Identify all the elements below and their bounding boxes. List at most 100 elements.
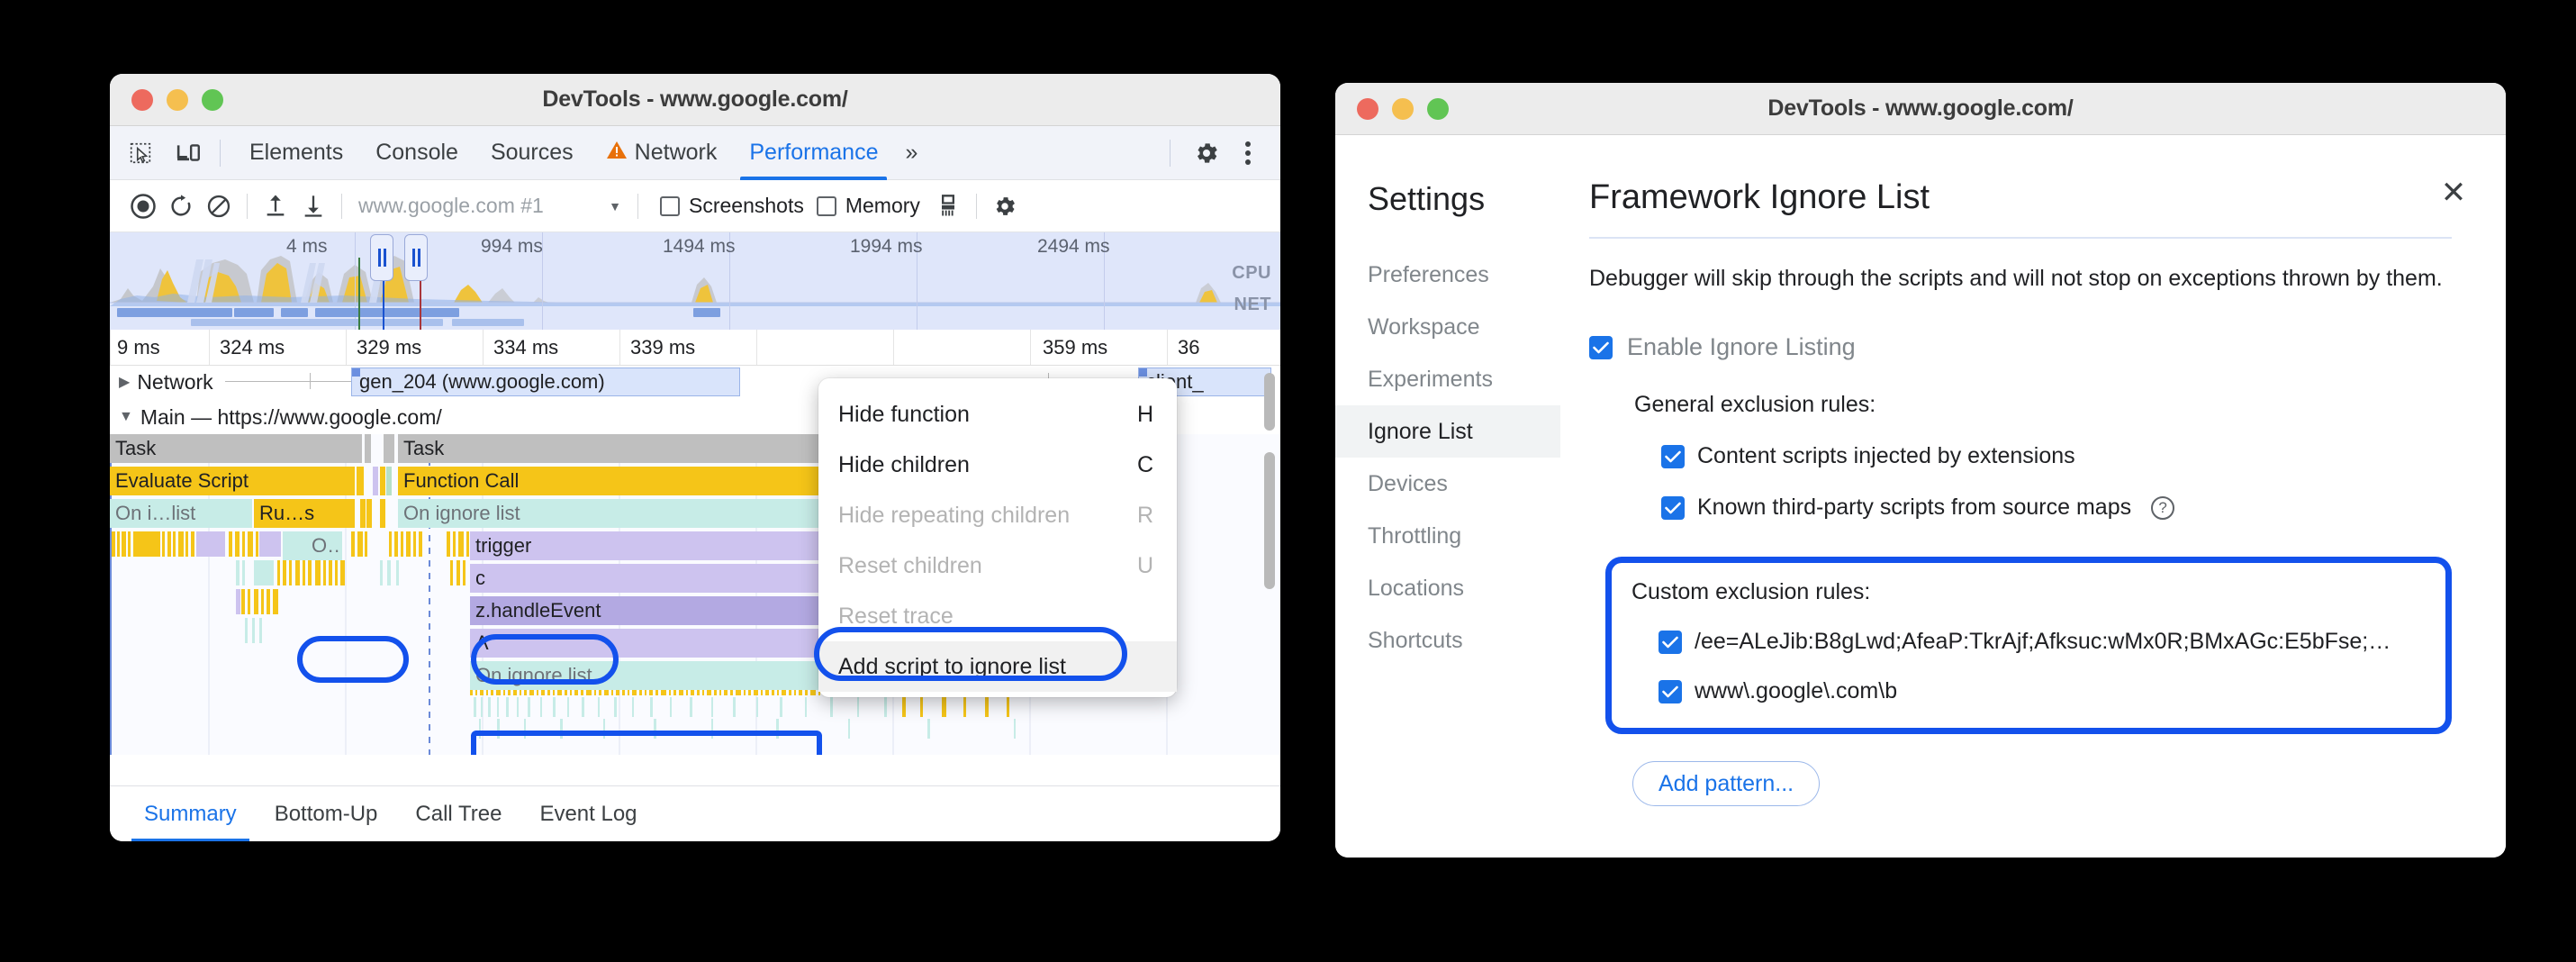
close-icon[interactable]: ✕	[2434, 173, 2473, 213]
tab-label: Bottom-Up	[275, 802, 378, 827]
vertical-scrollbar-top[interactable]	[1264, 373, 1275, 431]
enable-ignore-listing-label: Enable Ignore Listing	[1627, 333, 1856, 361]
track-label: Network	[137, 370, 212, 395]
settings-sidebar: Settings Preferences Workspace Experimen…	[1335, 135, 1560, 858]
more-tabs-icon[interactable]: »	[894, 140, 928, 166]
flame-bar-task-left[interactable]: Task	[110, 434, 362, 463]
sidebar-item-locations[interactable]: Locations	[1335, 562, 1560, 614]
gear-icon[interactable]	[986, 187, 1024, 225]
sidebar-item-workspace[interactable]: Workspace	[1335, 301, 1560, 353]
tab-network[interactable]: Network	[590, 126, 734, 180]
inspect-element-icon[interactable]	[122, 135, 158, 171]
overview-tick-label: 2494 ms	[1037, 236, 1110, 258]
tab-sources[interactable]: Sources	[475, 126, 590, 180]
vertical-dots-icon[interactable]	[1230, 135, 1266, 171]
flame-bar-sliver[interactable]	[366, 499, 372, 528]
maximize-window-button[interactable]	[202, 89, 223, 111]
menu-item-label: Reset children	[838, 553, 982, 579]
flame-bar-o-truncated[interactable]: O…	[283, 531, 342, 560]
toolbar-divider-6	[976, 194, 977, 219]
traffic-lights[interactable]	[1357, 98, 1449, 120]
track-label: Main — https://www.google.com/	[140, 405, 442, 430]
close-window-button[interactable]	[1357, 98, 1378, 120]
toolbar-divider-4	[341, 194, 342, 219]
menu-item-hide-children[interactable]: Hide children C	[818, 440, 1177, 490]
general-exclusion-section: General exclusion rules: Content scripts…	[1634, 392, 2452, 521]
device-toolbar-icon[interactable]	[171, 135, 207, 171]
grip-bar	[412, 249, 415, 267]
tab-elements[interactable]: Elements	[233, 126, 359, 180]
ruler-tick-label: 329 ms	[357, 336, 421, 359]
sidebar-item-ignore-list[interactable]: Ignore List	[1335, 405, 1560, 458]
minimize-window-button[interactable]	[167, 89, 188, 111]
selection-end-handle[interactable]	[404, 234, 428, 281]
reload-and-record-icon[interactable]	[162, 187, 200, 225]
menu-item-add-script-to-ignore-list[interactable]: Add script to ignore list	[818, 641, 1177, 692]
network-overview-bar	[281, 308, 308, 317]
tab-call-tree[interactable]: Call Tree	[402, 786, 514, 842]
performance-toolbar: www.google.com #1 ▼ Screenshots Memory	[110, 180, 1280, 232]
gear-icon[interactable]	[1189, 135, 1225, 171]
tab-label: Elements	[249, 140, 343, 166]
enable-ignore-listing-checkbox[interactable]: Enable Ignore Listing	[1589, 333, 2452, 361]
chevron-right-icon[interactable]: ▶	[119, 373, 130, 391]
sidebar-item-shortcuts[interactable]: Shortcuts	[1335, 614, 1560, 667]
add-pattern-button[interactable]: Add pattern...	[1632, 761, 1820, 806]
close-window-button[interactable]	[131, 89, 153, 111]
tab-performance[interactable]: Performance	[733, 126, 894, 180]
vertical-scrollbar[interactable]	[1264, 452, 1275, 589]
toolbar-divider-3	[247, 194, 248, 219]
timeline-overview[interactable]: 4 ms 994 ms 1494 ms 1994 ms 2494 ms CPU …	[110, 232, 1280, 330]
flame-bar-sliver[interactable]	[386, 467, 392, 495]
rule-content-scripts-checkbox[interactable]: Content scripts injected by extensions	[1661, 443, 2452, 469]
chevron-down-icon[interactable]: ▼	[119, 409, 133, 425]
context-menu[interactable]: Hide function H Hide children C Hide rep…	[818, 378, 1177, 697]
menu-item-hide-function[interactable]: Hide function H	[818, 389, 1177, 440]
add-pattern-label: Add pattern...	[1659, 771, 1794, 797]
nav-label: Workspace	[1368, 314, 1480, 340]
flame-bar-on-ignore-list-left[interactable]: On i…list	[110, 499, 252, 528]
maximize-window-button[interactable]	[1427, 98, 1449, 120]
traffic-lights[interactable]	[131, 89, 223, 111]
download-profile-icon[interactable]	[294, 187, 332, 225]
network-request-chip[interactable]: gen_204 (www.google.com)	[351, 368, 740, 396]
memory-checkbox[interactable]: Memory	[817, 194, 920, 218]
clear-icon[interactable]	[200, 187, 238, 225]
upload-profile-icon[interactable]	[257, 187, 294, 225]
help-circle-icon[interactable]: ?	[2151, 496, 2174, 520]
flame-bar-sliver[interactable]	[365, 434, 371, 463]
sidebar-item-throttling[interactable]: Throttling	[1335, 510, 1560, 562]
custom-rule-row[interactable]: /ee=ALeJib:B8gLwd;AfeaP:TkrAjf;Afksuc:wM…	[1659, 629, 2426, 655]
tab-event-log[interactable]: Event Log	[527, 786, 649, 842]
devtools-performance-window: DevTools - www.google.com/	[110, 74, 1280, 841]
minimize-window-button[interactable]	[1392, 98, 1414, 120]
sidebar-item-preferences[interactable]: Preferences	[1335, 249, 1560, 301]
tab-label: Sources	[491, 140, 574, 166]
flame-bar-label: c	[475, 568, 485, 588]
sidebar-item-experiments[interactable]: Experiments	[1335, 353, 1560, 405]
screenshots-checkbox[interactable]: Screenshots	[660, 194, 804, 218]
flame-bar-sliver[interactable]	[380, 499, 385, 528]
selection-start-handle[interactable]	[370, 234, 393, 281]
collect-garbage-icon[interactable]	[929, 187, 967, 225]
flame-bar-sliver[interactable]	[373, 467, 378, 495]
rule-third-party-scripts-checkbox[interactable]: Known third-party scripts from source ma…	[1661, 495, 2452, 521]
profile-select[interactable]: www.google.com #1 ▼	[358, 194, 628, 218]
flame-bar-sliver[interactable]	[360, 499, 366, 528]
flame-bar-evaluate-script[interactable]: Evaluate Script	[110, 467, 355, 495]
tab-bottom-up[interactable]: Bottom-Up	[262, 786, 391, 842]
sidebar-item-devices[interactable]: Devices	[1335, 458, 1560, 510]
record-icon[interactable]	[124, 187, 162, 225]
flame-bar-sliver[interactable]	[380, 467, 385, 495]
custom-rule-row[interactable]: www\.google\.com\b	[1659, 678, 2426, 704]
menu-item-shortcut: H	[1137, 402, 1157, 428]
flame-bar-sliver[interactable]	[384, 434, 394, 463]
chevron-down-icon[interactable]: ▼	[609, 199, 628, 213]
checkbox-checked-icon	[1661, 496, 1685, 520]
grip-bar	[384, 249, 386, 267]
flame-bar-sliver[interactable]	[357, 467, 364, 495]
flame-bar-run-scripts[interactable]: Ru…s	[254, 499, 355, 528]
tab-summary[interactable]: Summary	[131, 786, 249, 842]
settings-title: Settings	[1335, 180, 1560, 249]
tab-console[interactable]: Console	[359, 126, 475, 180]
